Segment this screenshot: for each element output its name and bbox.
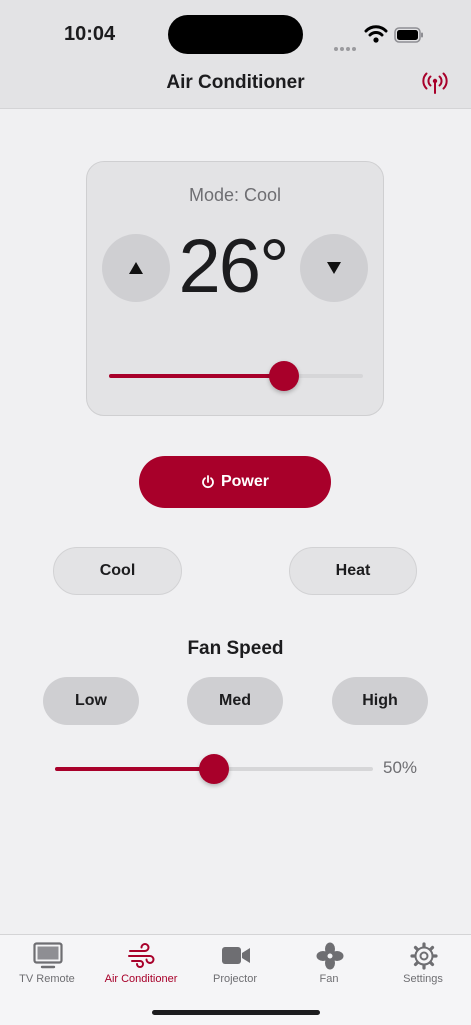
page-title: Air Conditioner — [166, 72, 305, 93]
power-button[interactable]: Power — [139, 456, 331, 508]
triangle-up-icon — [129, 262, 143, 274]
mode-label: Mode: Cool — [188, 185, 282, 205]
dynamic-island — [168, 15, 303, 54]
fan-high-button[interactable]: High — [332, 677, 428, 725]
power-button-label: Power — [220, 473, 269, 490]
fan-speed-title: Fan Speed — [187, 638, 284, 659]
tv-icon — [33, 942, 63, 969]
heat-mode-button[interactable]: Heat — [289, 547, 417, 595]
fan-med-button[interactable]: Med — [187, 677, 283, 725]
tab-air-conditioner[interactable]: Air Conditioner — [94, 935, 188, 995]
cellular-signal-icon — [334, 38, 358, 56]
status-time: 10:04 — [64, 23, 116, 45]
thermostat-panel: Mode: Cool 26° — [86, 161, 384, 416]
tab-projector[interactable]: Projector — [188, 935, 282, 995]
fan-low-label: Low — [75, 692, 107, 709]
fan-speed-slider-thumb[interactable] — [199, 754, 229, 784]
tab-tv-remote[interactable]: TV Remote — [0, 935, 94, 995]
fan-icon — [316, 942, 344, 970]
wifi-icon — [364, 25, 388, 43]
tab-fan-label: Fan — [319, 973, 339, 985]
temperature-slider-fill — [109, 374, 285, 378]
temperature-down-button[interactable] — [300, 234, 368, 302]
cool-mode-label: Cool — [99, 562, 136, 579]
tab-air-conditioner-label: Air Conditioner — [104, 973, 178, 985]
triangle-down-icon — [327, 262, 341, 274]
tab-fan[interactable]: Fan — [282, 935, 376, 995]
power-icon — [202, 475, 214, 489]
navigation-header: 10:04 Air Conditioner — [0, 0, 471, 109]
cool-mode-button[interactable]: Cool — [53, 547, 182, 595]
broadcast-signal-icon[interactable] — [420, 70, 450, 96]
wind-icon — [128, 943, 155, 968]
gear-icon — [410, 942, 438, 970]
temperature-readout: 26° — [178, 224, 290, 309]
tab-tv-remote-label: TV Remote — [19, 973, 75, 985]
fan-speed-slider-fill — [55, 767, 214, 771]
fan-low-button[interactable]: Low — [43, 677, 139, 725]
video-camera-icon — [222, 947, 250, 964]
temperature-slider-thumb[interactable] — [269, 361, 300, 391]
fan-med-label: Med — [219, 692, 251, 709]
home-indicator — [152, 1010, 320, 1015]
tab-settings[interactable]: Settings — [376, 935, 470, 995]
tab-settings-label: Settings — [403, 973, 443, 985]
fan-speed-percent: 50% — [383, 758, 418, 777]
temperature-slider[interactable] — [109, 361, 363, 391]
tab-projector-label: Projector — [212, 973, 258, 985]
temperature-up-button[interactable] — [102, 234, 170, 302]
fan-speed-slider[interactable] — [55, 754, 373, 784]
heat-mode-label: Heat — [335, 562, 371, 579]
battery-icon — [394, 27, 423, 43]
fan-high-label: High — [362, 692, 398, 709]
